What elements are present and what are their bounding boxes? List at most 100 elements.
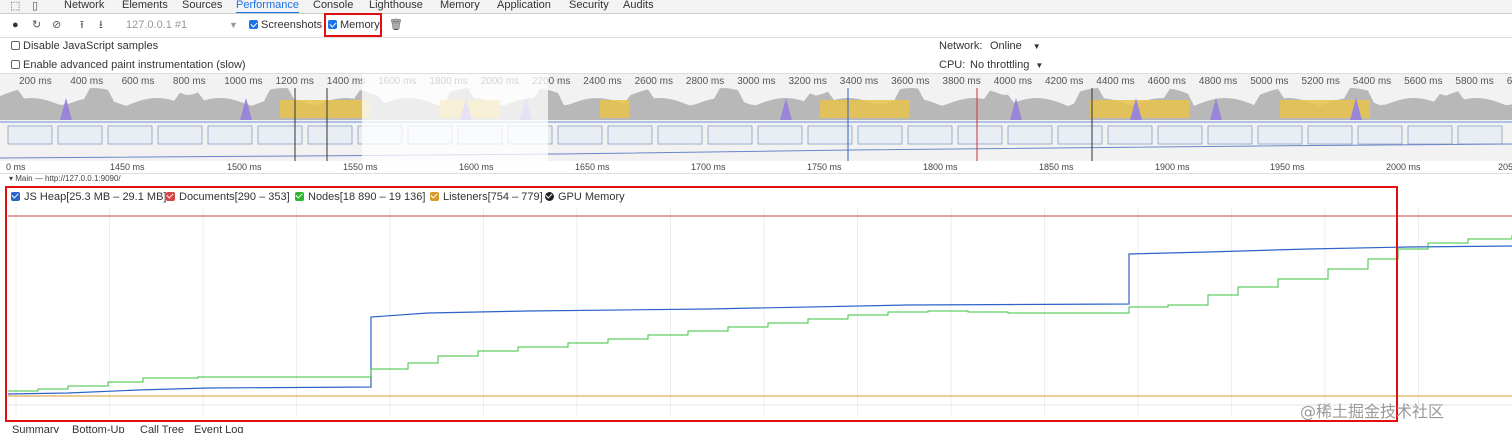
screenshot-thumbnail xyxy=(1357,125,1403,145)
checkbox-icon[interactable] xyxy=(11,60,20,69)
screenshot-thumbnail xyxy=(1207,125,1253,145)
download-icon[interactable]: ⭳ xyxy=(99,18,103,32)
detail-tick-label: 1500 ms xyxy=(227,162,262,172)
chevron-down-icon: ▼ xyxy=(1035,61,1044,70)
screenshot-thumbnail xyxy=(757,125,803,145)
screenshot-thumbnail xyxy=(1057,125,1103,145)
enable-paint-label: Enable advanced paint instrumentation (s… xyxy=(23,59,246,71)
chevron-down-icon: ▼ xyxy=(1032,42,1041,51)
screenshots-checkbox[interactable]: Screenshots xyxy=(249,18,322,32)
main-thread-row[interactable]: ▾ Main — http://127.0.0.1:9090/ xyxy=(0,173,1512,184)
screenshot-thumbnail xyxy=(307,125,353,145)
tab-audits[interactable]: Audits xyxy=(623,0,654,12)
upload-icon[interactable]: ⭱ xyxy=(80,18,84,32)
bottom-tab[interactable]: Summary xyxy=(12,424,59,433)
tab-network[interactable]: Network xyxy=(64,0,104,12)
timeline-overview[interactable]: 200 ms 400 ms 600 ms 800 ms 1000 ms 1200 ms 14… xyxy=(0,73,1512,163)
overview-tick-label: 5800 ms xyxy=(1455,76,1494,87)
reload-icon[interactable]: ↻ xyxy=(32,18,41,32)
profile-select[interactable]: 127.0.0.1 #1 xyxy=(126,18,187,32)
detail-tick-label: 1950 ms xyxy=(1270,162,1305,172)
devtools-tab-bar: ⬚ ▯ Network Elements Sources Performance… xyxy=(0,0,1512,14)
overview-tick-label: 1000 ms xyxy=(224,76,263,87)
screenshot-thumbnail xyxy=(157,125,203,145)
overview-ruler: 200 ms 400 ms 600 ms 800 ms 1000 ms 1200 ms 14… xyxy=(0,74,1512,88)
screenshot-thumbnail xyxy=(807,125,853,145)
tab-memory[interactable]: Memory xyxy=(440,0,480,12)
overview-tick-label: 5200 ms xyxy=(1301,76,1340,87)
screenshot-thumbnail xyxy=(1257,125,1303,145)
watermark: @稀土掘金技术社区 xyxy=(1300,402,1445,421)
overview-tick-label: 1200 ms xyxy=(275,76,314,87)
trash-icon[interactable]: 🗑 xyxy=(389,18,403,32)
device-toolbar-icon[interactable]: ▯ xyxy=(32,0,38,12)
clear-icon[interactable]: ⊘ xyxy=(52,18,61,32)
overview-tick-label: 2400 ms xyxy=(583,76,622,87)
checkbox-icon[interactable] xyxy=(11,41,20,50)
overview-tick-label: 2800 ms xyxy=(685,76,725,87)
overview-tick-label: 5600 ms xyxy=(1404,76,1443,87)
inspect-element-icon[interactable]: ⬚ xyxy=(10,0,20,12)
screenshot-thumbnail xyxy=(1307,125,1353,145)
performance-toolbar: ● ↻ ⊘ ⭱ ⭳ 127.0.0.1 #1 ▼ Screenshots Mem… xyxy=(0,14,1512,38)
chart-highlight-box xyxy=(5,186,1398,422)
main-thread-label: Main — http://127.0.0.1:9090/ xyxy=(15,174,121,183)
screenshot-thumbnail xyxy=(607,125,653,145)
overview-tick-label: 4800 ms xyxy=(1198,76,1238,87)
overview-tick-label: 5000 ms xyxy=(1250,76,1289,87)
detail-tick-label: 1750 ms xyxy=(807,162,842,172)
overview-tick-label: 1400 ms xyxy=(326,76,366,87)
overview-tick-label: 3000 ms xyxy=(737,76,776,87)
detail-tick-label: 1550 ms xyxy=(343,162,378,172)
detail-tick-label: 2000 ms xyxy=(1386,162,1421,172)
tab-security[interactable]: Security xyxy=(569,0,609,12)
overview-selection-window[interactable] xyxy=(362,74,548,162)
bottom-tab[interactable]: Event Log xyxy=(194,424,244,433)
cpu-value: No throttling xyxy=(970,59,1030,71)
enable-paint-option[interactable]: Enable advanced paint instrumentation (s… xyxy=(11,58,246,72)
network-label: Network: xyxy=(939,40,983,52)
checkbox-icon[interactable] xyxy=(249,20,258,29)
cpu-label: CPU: xyxy=(939,59,966,71)
overview-tick-label: 3200 ms xyxy=(788,76,827,87)
overview-tick-label: 200 ms xyxy=(19,76,52,87)
chevron-down-icon[interactable]: ▼ xyxy=(229,18,238,32)
screenshot-thumbnail xyxy=(207,125,253,145)
expand-arrow-icon[interactable]: ▾ xyxy=(9,174,13,183)
detail-tick-label: 2050 xyxy=(1498,162,1512,172)
screenshot-thumbnail xyxy=(657,125,703,145)
tab-console[interactable]: Console xyxy=(313,0,353,12)
screenshot-thumbnail xyxy=(1457,125,1503,145)
detail-tick-label: 1850 ms xyxy=(1039,162,1074,172)
detail-tick-label: 0 ms xyxy=(6,162,26,172)
overview-tick-label: 4000 ms xyxy=(993,76,1033,87)
tab-application[interactable]: Application xyxy=(497,0,551,12)
detail-tick-label: 1700 ms xyxy=(691,162,726,172)
bottom-tab[interactable]: Bottom-Up xyxy=(72,424,125,433)
tab-performance[interactable]: Performance xyxy=(236,0,299,13)
screenshot-thumbnail xyxy=(1107,125,1153,145)
detail-tick-label: 1450 ms xyxy=(110,162,145,172)
tab-elements[interactable]: Elements xyxy=(122,0,168,12)
tab-sources[interactable]: Sources xyxy=(182,0,222,12)
cpu-select[interactable]: No throttling ▼ xyxy=(970,58,1043,73)
screenshot-thumbnail xyxy=(1157,125,1203,145)
disable-js-samples-option[interactable]: Disable JavaScript samples xyxy=(11,39,158,53)
detail-tick-label: 1800 ms xyxy=(923,162,958,172)
bottom-tab-bar: Summary Bottom-Up Call Tree Event Log xyxy=(0,424,1512,433)
network-select[interactable]: Online ▼ xyxy=(990,39,1041,54)
overview-tick-label: 3600 ms xyxy=(891,76,930,87)
record-icon[interactable]: ● xyxy=(12,18,19,32)
screenshot-thumbnail xyxy=(557,125,603,145)
scripting-band xyxy=(820,100,910,118)
screenshot-thumbnail xyxy=(1407,125,1453,145)
tab-lighthouse[interactable]: Lighthouse xyxy=(369,0,423,12)
screenshot-thumbnail xyxy=(907,125,953,145)
detail-tick-label: 1650 ms xyxy=(575,162,610,172)
overview-tick-label: 3400 ms xyxy=(839,76,879,87)
overview-tick-label: 800 ms xyxy=(172,76,206,87)
bottom-tab[interactable]: Call Tree xyxy=(140,424,184,433)
detail-tick-label: 1600 ms xyxy=(459,162,494,172)
overview-tick-label: 6000 ms xyxy=(1506,76,1512,87)
screenshot-thumbnail xyxy=(707,125,753,145)
